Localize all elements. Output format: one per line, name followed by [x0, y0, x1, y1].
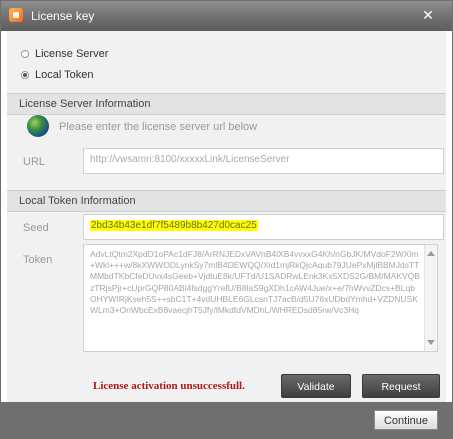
seed-input[interactable]: 2bd34b43e1df7f5489b8b427d0cac25 [83, 214, 444, 240]
validate-button[interactable]: Validate [281, 374, 351, 398]
radio-license-server[interactable]: License Server [21, 46, 108, 62]
dialog-footer: Continue [1, 402, 452, 438]
token-textarea[interactable]: AdvLtQtm2XpdD1oPAc1dFJ8/ArRNJEDxVAVnB4lX… [83, 244, 438, 352]
token-value: AdvLtQtm2XpdD1oPAc1dFJ8/ArRNJEDxVAVnB4lX… [90, 249, 420, 316]
local-token-section-header: Local Token Information [7, 190, 446, 212]
seed-label: Seed [23, 222, 49, 234]
window-title: License key [31, 9, 95, 23]
token-label: Token [23, 254, 53, 266]
radio-local-token-label: Local Token [35, 69, 94, 81]
radio-local-token-circle[interactable] [21, 71, 29, 79]
token-scrollbar[interactable] [424, 245, 437, 351]
url-input[interactable]: http://vwsamri:8100/xxxxxLink/LicenseSer… [83, 148, 444, 174]
scroll-down-icon[interactable] [427, 340, 435, 345]
local-token-heading: Local Token Information [19, 195, 136, 207]
seed-value: 2bd34b43e1df7f5489b8b427d0cac25 [90, 220, 258, 231]
activation-error-message: License activation unsuccessfull. [93, 380, 245, 392]
radio-license-server-circle[interactable] [21, 50, 29, 58]
license-server-heading: License Server Information [19, 98, 151, 110]
title-bar: License key ✕ [1, 1, 452, 31]
scroll-up-icon[interactable] [427, 251, 435, 256]
license-server-section-header: License Server Information [7, 93, 446, 115]
url-label: URL [23, 156, 46, 168]
radio-local-token[interactable]: Local Token [21, 67, 94, 83]
license-server-hint: Please enter the license server url belo… [59, 121, 258, 133]
license-key-dialog: License key ✕ License Server Local Token… [0, 0, 453, 439]
request-license-button[interactable]: Request License [362, 374, 440, 417]
continue-button[interactable]: Continue [374, 410, 438, 430]
radio-license-server-label: License Server [35, 48, 109, 60]
globe-icon [27, 115, 49, 137]
close-icon[interactable]: ✕ [414, 6, 442, 24]
license-key-app-icon [9, 8, 23, 22]
